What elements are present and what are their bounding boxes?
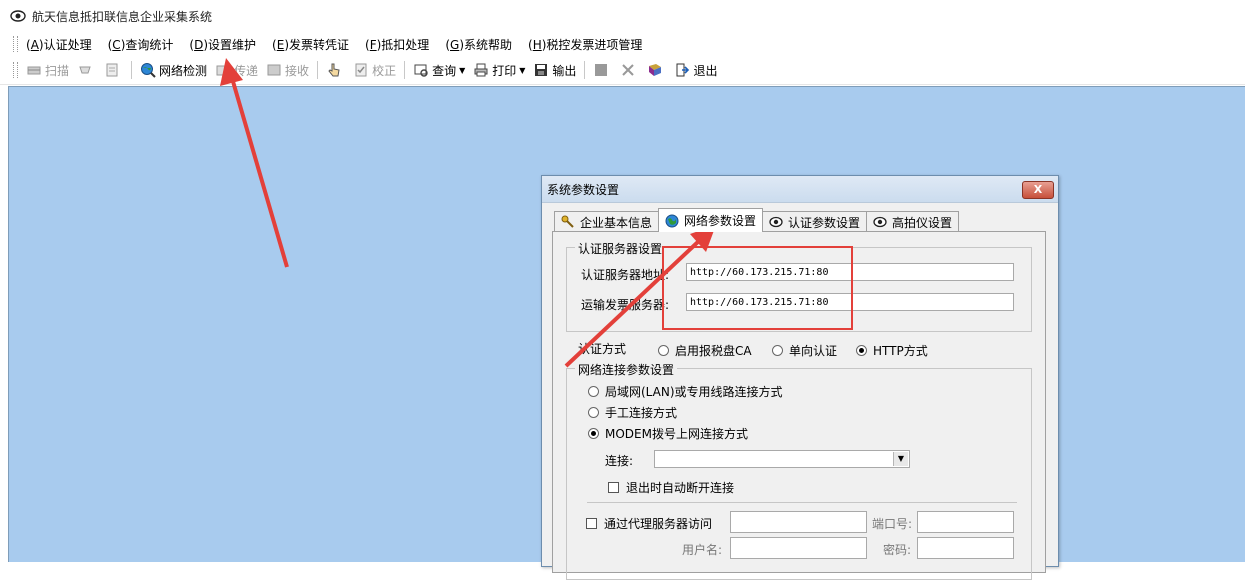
proxy-checkbox[interactable]: 通过代理服务器访问 [586, 515, 712, 532]
dialog-titlebar: 系统参数设置 X [542, 176, 1058, 203]
window-titlebar: 航天信息抵扣联信息企业采集系统 [0, 0, 1245, 32]
printer-icon [474, 63, 488, 77]
tools-button[interactable] [620, 62, 639, 78]
close-button[interactable]: X [1022, 181, 1054, 199]
toolbar-grip [13, 62, 18, 78]
query-icon [414, 64, 428, 77]
query-button[interactable]: 查询 ▼ [413, 62, 465, 79]
send-icon [216, 65, 230, 76]
radio-ca-disk[interactable]: 启用报税盘CA [658, 342, 752, 359]
document-button[interactable] [104, 62, 123, 78]
radio-one-way[interactable]: 单向认证 [772, 342, 837, 359]
pointer-button[interactable] [326, 62, 345, 78]
calibrate-icon [355, 63, 367, 77]
print-button[interactable]: 打印 ▼ [473, 62, 525, 79]
auto-disconnect-checkbox[interactable]: 退出时自动断开连接 [608, 479, 734, 496]
toolbar-separator [584, 61, 586, 79]
book-icon [649, 64, 662, 76]
key-icon [561, 215, 574, 228]
network-connection-group: 网络连接参数设置 局域网(LAN)或专用线路连接方式 手工连接方式 MODEM拨… [566, 361, 1032, 580]
exit-button[interactable]: 退出 [674, 62, 717, 79]
menu-auth[interactable]: (A)认证处理 [26, 36, 92, 53]
stamp-button[interactable] [77, 62, 96, 78]
menu-invoice-voucher[interactable]: (E)发票转凭证 [272, 36, 349, 53]
radio-manual[interactable]: 手工连接方式 [588, 404, 677, 421]
divider [587, 502, 1017, 503]
menu-settings[interactable]: (D)设置维护 [189, 36, 256, 53]
port-input[interactable] [917, 511, 1014, 533]
calibrate-button[interactable]: 校正 [353, 62, 396, 79]
group-title: 认证服务器设置 [575, 240, 666, 257]
book-button[interactable] [647, 62, 666, 78]
send-button[interactable]: 传递 [215, 62, 258, 79]
transport-server-label: 运输发票服务器: [581, 298, 670, 312]
hand-pointer-icon [328, 63, 340, 77]
scan-button[interactable]: 扫描 [26, 62, 69, 79]
menu-deduction[interactable]: (F)抵扣处理 [365, 36, 429, 53]
system-params-dialog: 系统参数设置 X 企业基本信息 网络参数设置 认证参数设置 高拍仪设置 认证服务… [541, 175, 1059, 580]
tab-auth-params[interactable]: 认证参数设置 [762, 211, 868, 232]
dialog-title: 系统参数设置 [547, 182, 620, 197]
radio-lan[interactable]: 局域网(LAN)或专用线路连接方式 [588, 383, 783, 400]
radio-indicator [588, 428, 599, 439]
menu-query-stats[interactable]: (C)查询统计 [108, 36, 174, 53]
radio-indicator [658, 345, 669, 356]
eye-icon [769, 216, 783, 228]
connection-label: 连接: [605, 454, 634, 468]
globe-icon [665, 214, 679, 227]
radio-modem[interactable]: MODEM拨号上网连接方式 [588, 425, 748, 442]
toolbar-separator [131, 61, 133, 79]
proxy-address-input[interactable] [730, 511, 867, 533]
tab-company-info[interactable]: 企业基本信息 [554, 211, 660, 232]
menu-grip [13, 36, 18, 52]
dialog-tabs: 企业基本信息 网络参数设置 认证参数设置 高拍仪设置 [554, 208, 960, 232]
eye-icon [873, 216, 887, 228]
floppy-disk-icon [535, 64, 548, 76]
password-input[interactable] [917, 537, 1014, 559]
block-icon [595, 64, 608, 76]
annotation-highlight-box [662, 246, 853, 330]
eye-app-icon [10, 10, 26, 22]
chevron-down-icon[interactable]: ▼ [893, 452, 908, 466]
tab-camera-settings[interactable]: 高拍仪设置 [866, 211, 960, 232]
toolbar-separator [317, 61, 319, 79]
radio-http[interactable]: HTTP方式 [856, 342, 928, 359]
window-title: 航天信息抵扣联信息企业采集系统 [32, 9, 213, 24]
radio-indicator [588, 386, 599, 397]
radio-indicator [856, 345, 867, 356]
document-icon [106, 63, 118, 77]
auth-method-label: 认证方式 [578, 342, 627, 356]
group-title: 网络连接参数设置 [575, 361, 678, 378]
scan-icon [27, 66, 41, 75]
toolbar: 扫描 网络检测 传递 接收 校正 查询 ▼ 打印 ▼ 输出 退出 [0, 56, 1245, 85]
checkbox-indicator [608, 482, 619, 493]
connection-select[interactable]: ▼ [654, 450, 910, 468]
network-globe-icon [141, 63, 156, 78]
exit-door-icon [676, 63, 690, 77]
tab-network-params[interactable]: 网络参数设置 [658, 208, 764, 232]
tools-icon [622, 64, 635, 76]
export-button[interactable]: 输出 [533, 62, 576, 79]
chevron-down-icon: ▼ [519, 65, 526, 75]
auth-server-label: 认证服务器地址: [581, 268, 670, 282]
chevron-down-icon: ▼ [459, 65, 466, 75]
menu-tax-invoice[interactable]: (H)税控发票进项管理 [528, 36, 642, 53]
toolbar-separator [404, 61, 406, 79]
username-input[interactable] [730, 537, 867, 559]
receive-icon [267, 64, 281, 76]
menu-help[interactable]: (G)系统帮助 [445, 36, 512, 53]
radio-indicator [588, 407, 599, 418]
checkbox-indicator [586, 518, 597, 529]
username-label: 用户名: [682, 543, 723, 557]
stamp-icon [79, 66, 91, 74]
receive-button[interactable]: 接收 [266, 62, 309, 79]
radio-indicator [772, 345, 783, 356]
menu-bar: (A)认证处理 (C)查询统计 (D)设置维护 (E)发票转凭证 (F)抵扣处理… [0, 32, 1245, 56]
gray-block-button[interactable] [593, 62, 612, 78]
password-label: 密码: [883, 543, 912, 557]
network-check-button[interactable]: 网络检测 [140, 62, 207, 79]
port-label: 端口号: [872, 517, 913, 531]
